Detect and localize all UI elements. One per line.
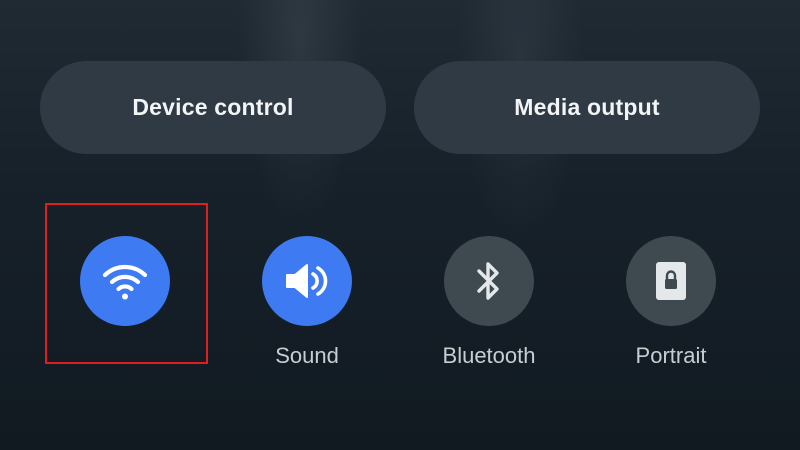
bluetooth-icon: [477, 262, 499, 300]
quick-tile-wifi: [35, 236, 215, 369]
volume-icon: [286, 264, 328, 298]
media-output-button[interactable]: Media output: [414, 61, 760, 154]
wifi-icon: [102, 264, 148, 300]
bluetooth-toggle[interactable]: [444, 236, 534, 326]
portrait-label: Portrait: [635, 343, 707, 368]
quick-tile-bluetooth: Bluetooth: [399, 236, 579, 369]
bluetooth-label: Bluetooth: [442, 343, 536, 368]
sound-toggle[interactable]: [262, 236, 352, 326]
portrait-lock-icon: [656, 262, 686, 300]
portrait-toggle[interactable]: [626, 236, 716, 326]
device-control-button[interactable]: Device control: [40, 61, 386, 154]
sound-label: Sound: [275, 343, 339, 368]
media-output-label: Media output: [514, 94, 660, 120]
wifi-toggle[interactable]: [80, 236, 170, 326]
quick-tile-portrait: Portrait: [581, 236, 761, 369]
device-control-label: Device control: [132, 94, 294, 120]
quick-tile-sound: Sound: [217, 236, 397, 369]
